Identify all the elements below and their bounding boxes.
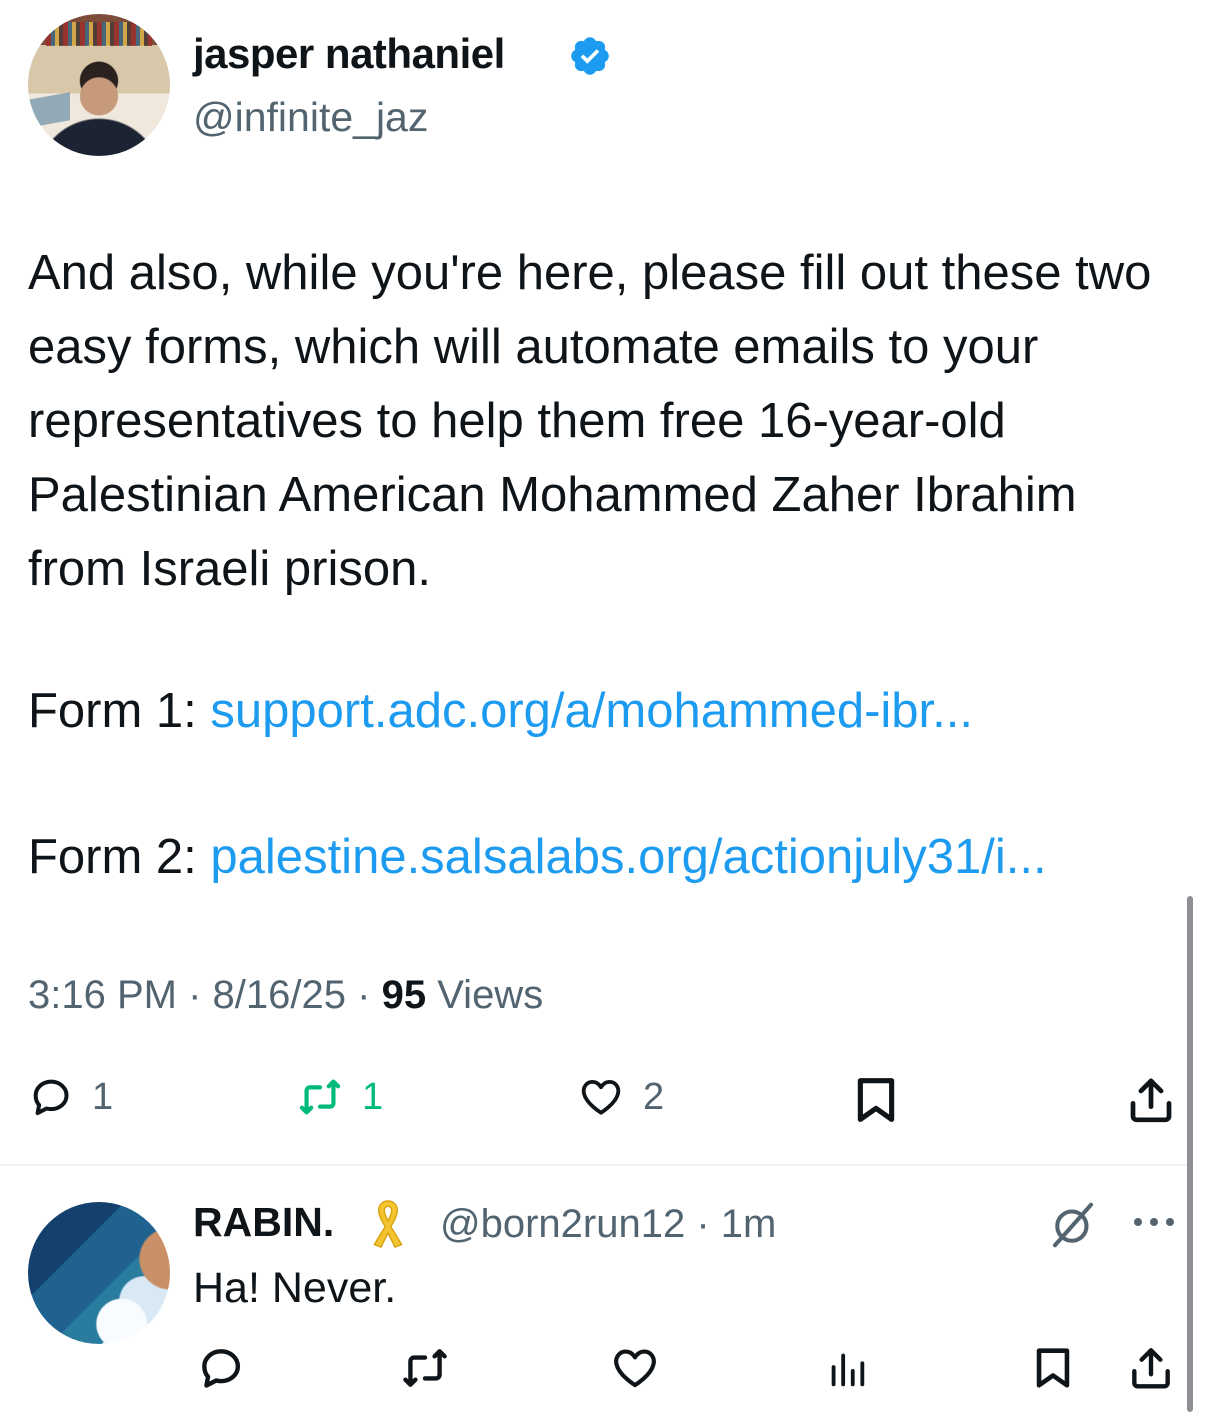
form-1-label: Form 1: xyxy=(28,684,197,738)
reply-heart-icon[interactable] xyxy=(607,1343,663,1393)
grok-icon[interactable] xyxy=(1046,1198,1100,1252)
tweet-text: And also, while you're here, please fill… xyxy=(28,246,1152,596)
retweet-icon xyxy=(299,1079,341,1115)
reply-button[interactable]: 1 xyxy=(28,1074,113,1120)
bookmark-icon[interactable] xyxy=(848,1072,904,1128)
like-button[interactable]: 2 xyxy=(577,1074,664,1120)
form-2-label: Form 2: xyxy=(28,830,197,884)
reply-author-handle[interactable]: @born2run12 xyxy=(440,1202,685,1246)
tweet-date[interactable]: 8/16/25 xyxy=(213,973,346,1017)
tweet-time[interactable]: 3:16 PM xyxy=(28,973,177,1017)
reply-handle-line: @born2run12 · 1m xyxy=(440,1202,776,1247)
retweet-button[interactable]: 1 xyxy=(296,1074,383,1120)
reply-comment-icon[interactable] xyxy=(193,1343,249,1393)
reply-bookmark-icon[interactable] xyxy=(1028,1343,1078,1393)
reply-author-name[interactable]: RABIN. xyxy=(193,1199,334,1246)
reply-time[interactable]: 1m xyxy=(721,1202,777,1246)
form-2-link[interactable]: palestine.salsalabs.org/actionjuly31/i..… xyxy=(210,830,1046,884)
divider xyxy=(0,1164,1188,1166)
scrollbar[interactable] xyxy=(1187,896,1193,1412)
tweet-meta: 3:16 PM · 8/16/25 · 95 Views xyxy=(28,973,543,1018)
meta-separator: · xyxy=(357,973,371,1017)
more-icon[interactable] xyxy=(1130,1212,1178,1232)
reply-separator: · xyxy=(696,1202,710,1246)
yellow-ribbon-icon xyxy=(373,1200,403,1248)
views-label: Views xyxy=(437,973,544,1017)
reply-author-avatar[interactable] xyxy=(28,1202,170,1344)
like-count: 2 xyxy=(643,1075,665,1118)
retweet-count: 1 xyxy=(362,1075,384,1118)
reply-retweet-icon[interactable] xyxy=(397,1343,453,1393)
form-1-line: Form 1: support.adc.org/a/mohammed-ibr..… xyxy=(28,674,973,748)
meta-separator: · xyxy=(188,973,202,1017)
form-2-line: Form 2: palestine.salsalabs.org/actionju… xyxy=(28,820,1047,894)
verified-badge-icon xyxy=(571,37,609,75)
reply-count: 1 xyxy=(92,1075,114,1118)
heart-icon xyxy=(581,1079,621,1115)
share-icon[interactable] xyxy=(1124,1072,1178,1128)
comment-icon xyxy=(33,1079,69,1116)
form-1-link[interactable]: support.adc.org/a/mohammed-ibr... xyxy=(210,684,973,738)
reply-text: Ha! Never. xyxy=(193,1264,397,1312)
author-avatar[interactable] xyxy=(28,14,170,156)
views-icon[interactable] xyxy=(824,1345,870,1393)
reply-share-icon[interactable] xyxy=(1126,1343,1176,1393)
views-count: 95 xyxy=(381,973,427,1017)
author-handle[interactable]: @infinite_jaz xyxy=(193,94,428,141)
author-display-name[interactable]: jasper nathaniel xyxy=(193,30,505,78)
